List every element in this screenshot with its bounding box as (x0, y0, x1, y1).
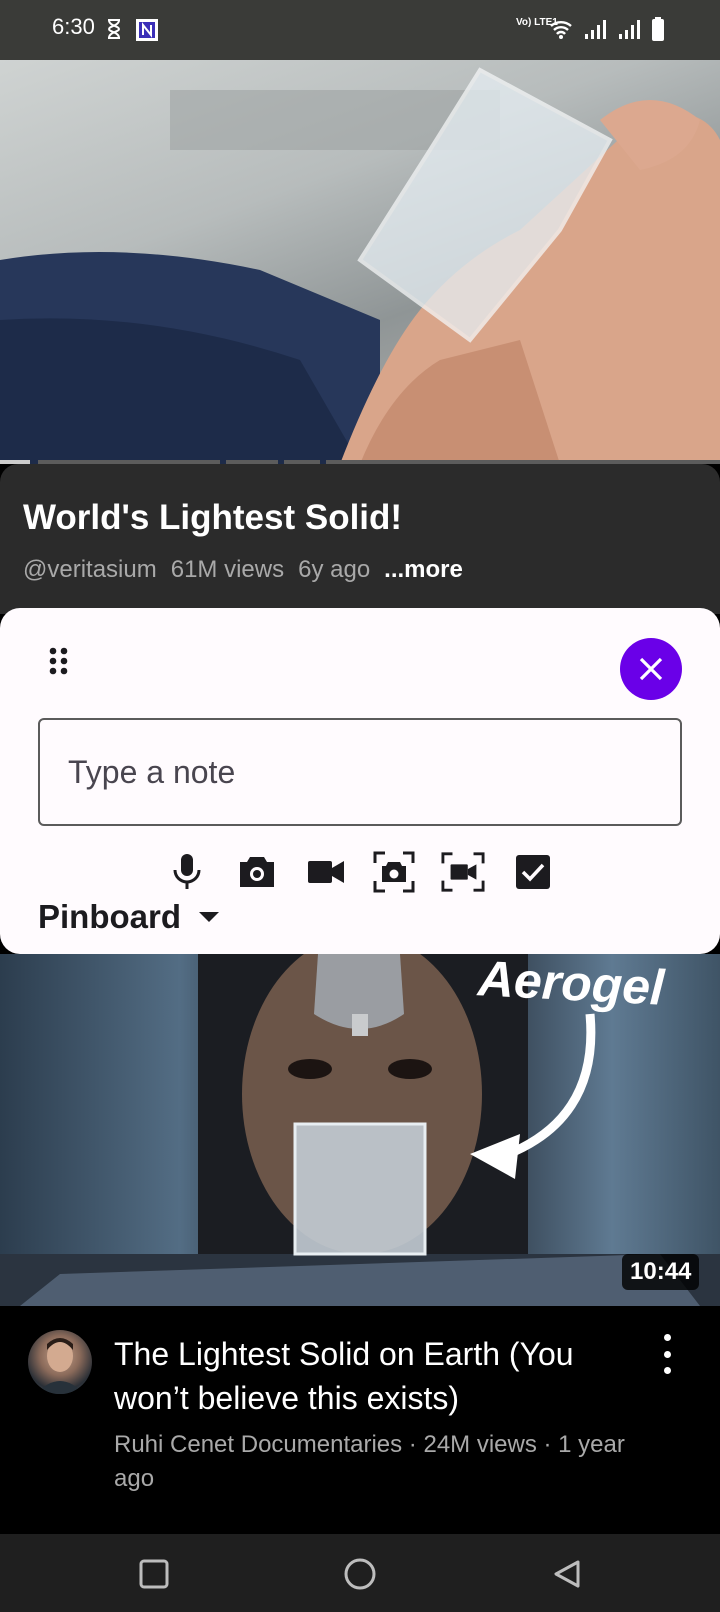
upload-age: 6y ago (298, 556, 371, 583)
chevron-down-icon (199, 912, 220, 922)
video-camera-button[interactable] (304, 850, 348, 894)
video-meta: @veritasium 61M views 6y ago ...more (23, 556, 477, 584)
screen-record-button[interactable] (441, 850, 485, 894)
screenshot-button[interactable] (372, 850, 416, 894)
camera-icon (240, 857, 274, 887)
status-time: 6:30 (52, 14, 95, 39)
home-button[interactable] (342, 1556, 378, 1592)
hourglass-icon (107, 19, 121, 44)
screenshot-icon (373, 851, 415, 893)
video-player[interactable] (0, 60, 720, 464)
back-triangle-icon (554, 1560, 580, 1588)
microphone-icon (173, 854, 201, 889)
thumbnail-overlay-text: Aerogel (476, 950, 666, 1016)
note-input[interactable] (38, 718, 682, 826)
battery-icon (652, 17, 664, 46)
recommended-title[interactable]: The Lightest Solid on Earth (You won’t b… (114, 1332, 634, 1420)
video-frame-image (0, 67, 720, 464)
drag-handle-icon[interactable] (48, 647, 70, 684)
wifi-icon (549, 18, 573, 45)
board-selector[interactable]: Pinboard (38, 898, 220, 936)
close-button[interactable] (620, 638, 682, 700)
view-count: 61M views (170, 556, 285, 583)
video-info-panel (0, 464, 720, 614)
board-label: Pinboard (38, 898, 182, 935)
recommended-meta: Ruhi Cenet Documentaries · 24M views · 1… (114, 1431, 625, 1492)
video-title[interactable]: World's Lightest Solid! (23, 498, 402, 538)
channel-handle[interactable]: @veritasium (23, 556, 157, 583)
back-button[interactable] (549, 1556, 585, 1592)
checkbox-icon (516, 855, 550, 889)
camera-button[interactable] (235, 850, 279, 894)
channel-avatar[interactable] (28, 1330, 92, 1394)
microphone-button[interactable] (165, 850, 209, 894)
circle-icon (344, 1558, 376, 1590)
signal-icon (584, 18, 606, 45)
app-notification-icon (135, 18, 159, 47)
recents-button[interactable] (136, 1556, 172, 1592)
status-bar: 6:30 Vo) LTE1 (0, 0, 720, 60)
more-options-icon[interactable] (652, 1334, 682, 1374)
close-icon (639, 657, 663, 681)
signal-icon (618, 18, 640, 45)
screen-record-icon (441, 852, 485, 892)
checkbox-button[interactable] (511, 850, 555, 894)
square-icon (139, 1559, 169, 1589)
more-link[interactable]: ...more (384, 556, 463, 583)
duration-badge: 10:44 (622, 1254, 700, 1290)
video-camera-icon (308, 861, 344, 883)
